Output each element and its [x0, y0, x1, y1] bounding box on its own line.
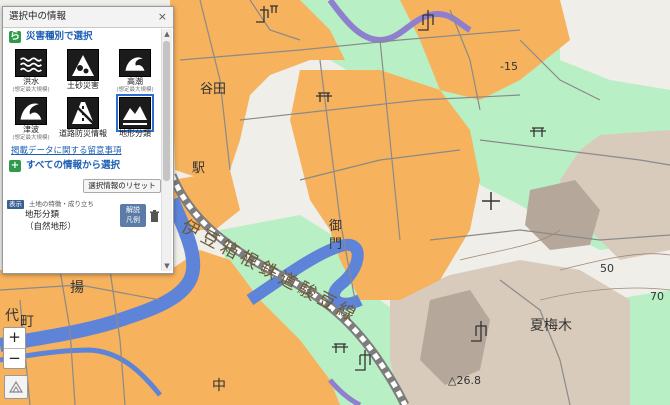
tile-flood-label: 洪水 [23, 77, 39, 86]
scroll-up-icon[interactable]: ▲ [163, 30, 171, 38]
label-elev-1: -15 [500, 60, 518, 73]
explain-label: 解説 [126, 206, 140, 214]
label-elev-3: △26.8 [448, 374, 481, 387]
zoom-control: + − [3, 327, 26, 369]
hazard-select-icon: ら [9, 31, 21, 43]
label-taniguchi: 谷田 [200, 82, 226, 97]
label-nishi: 御 [329, 219, 342, 234]
tile-landslide[interactable]: 土砂災害 [57, 46, 109, 94]
label-umeki: 夏梅木 [530, 318, 572, 334]
scroll-down-icon[interactable]: ▼ [163, 262, 171, 270]
tile-flood-sub: (想定最大規模) [12, 87, 50, 93]
landform-icon [116, 94, 154, 132]
tile-landform[interactable]: 地形分類 [109, 94, 161, 142]
scroll-thumb[interactable] [163, 41, 170, 181]
panel-title: 選択中の情報 [3, 7, 173, 28]
section-all-label: すべての情報から選択 [26, 160, 120, 171]
tile-storm-surge-sub: (想定最大規模) [116, 87, 154, 93]
legend-label: 凡例 [126, 216, 140, 224]
label-dai: 代 [5, 308, 19, 324]
zoom-out-button[interactable]: − [4, 349, 25, 369]
tile-storm-surge-label: 高潮 [127, 77, 143, 86]
data-note-link[interactable]: 掲載データに関する留意事項 [3, 144, 161, 157]
landslide-icon [67, 49, 99, 81]
explain-legend-button[interactable]: 解説 凡例 [120, 204, 146, 227]
layers-button[interactable] [4, 375, 28, 399]
flood-icon [15, 49, 47, 77]
tile-tsunami[interactable]: 津波 (想定最大規模) [5, 94, 57, 142]
tile-storm-surge[interactable]: 高潮 (想定最大規模) [109, 46, 161, 94]
tile-flood[interactable]: 洪水 (想定最大規模) [5, 46, 57, 94]
selection-panel: 選択中の情報 × ら 災害種別で選択 洪水 (想定最大規模) 土砂災害 高潮 (… [2, 6, 174, 274]
close-icon[interactable]: × [158, 10, 167, 23]
tile-road-disaster-label: 道路防災情報 [59, 129, 107, 138]
label-you: 揚 [70, 279, 84, 296]
label-elev-2: 50 [600, 262, 614, 275]
section-hazard-label: 災害種別で選択 [26, 31, 93, 42]
reset-button[interactable]: 選択情報のリセット [83, 179, 161, 193]
tile-landslide-label: 土砂災害 [67, 81, 99, 90]
zoom-in-button[interactable]: + [4, 328, 25, 349]
display-tag: 表示 [7, 200, 24, 209]
label-naka: 中 [212, 378, 226, 394]
tile-road-disaster[interactable]: 道路防災情報 [57, 94, 109, 142]
panel-scrollbar[interactable]: ▲ ▼ [161, 29, 172, 271]
tile-landform-label: 地形分類 [119, 129, 151, 138]
layers-icon [8, 380, 24, 393]
label-station: 駅 [192, 161, 205, 176]
plus-icon: + [9, 160, 21, 172]
label-seventy: 70 [650, 290, 664, 303]
road-disaster-icon [67, 97, 99, 129]
storm-surge-icon [119, 49, 151, 77]
tile-tsunami-sub: (想定最大規模) [12, 135, 50, 141]
section-all-info[interactable]: + すべての情報から選択 [3, 157, 161, 175]
section-hazard-type[interactable]: ら 災害種別で選択 [3, 28, 161, 46]
tile-tsunami-label: 津波 [23, 125, 39, 134]
selected-layer: 表示 土地の特徴・成り立ち 地形分類 （自然地形） 解説 凡例 [3, 198, 161, 238]
layer-category: 土地の特徴・成り立ち [28, 200, 94, 208]
trash-icon[interactable] [149, 210, 160, 226]
tsunami-icon [15, 97, 47, 125]
label-mon: 門 [329, 237, 342, 252]
panel-content: ら 災害種別で選択 洪水 (想定最大規模) 土砂災害 高潮 (想定最大規模) 津… [3, 28, 161, 273]
hazard-tile-grid: 洪水 (想定最大規模) 土砂災害 高潮 (想定最大規模) 津波 (想定最大規模)… [3, 46, 161, 142]
